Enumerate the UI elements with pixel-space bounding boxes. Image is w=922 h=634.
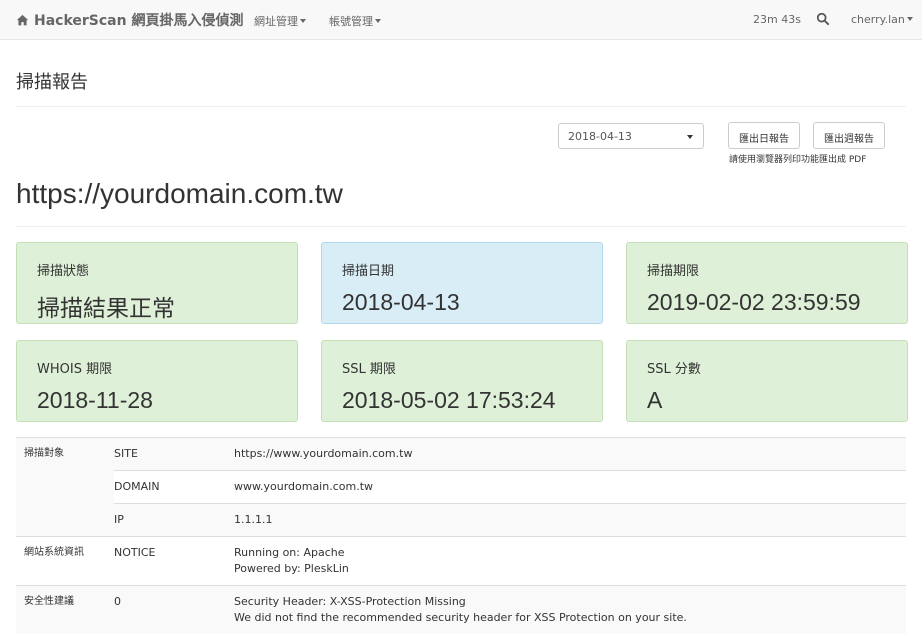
stat-card-value: 2018-05-02 17:53:24 — [342, 387, 582, 414]
brand-link[interactable]: HackerScan 網頁掛馬入侵偵測 — [16, 10, 243, 30]
home-icon — [16, 14, 29, 27]
nav-menu-urls[interactable]: 網址管理 — [254, 13, 306, 29]
divider — [16, 226, 906, 227]
table-key: SITE — [114, 438, 234, 471]
table-value: https://www.yourdomain.com.tw — [234, 438, 906, 471]
nav-menu-accounts[interactable]: 帳號管理 — [329, 13, 381, 29]
table-row: DOMAIN www.yourdomain.com.tw — [16, 471, 906, 504]
nav-menu-urls-label: 網址管理 — [254, 15, 298, 28]
table-value: 1.1.1.1 — [234, 504, 906, 537]
stat-card-scan-status: 掃描狀態 掃描結果正常 — [16, 242, 298, 324]
chevron-down-icon — [300, 19, 306, 23]
divider — [16, 106, 906, 107]
stat-card-label: 掃描日期 — [342, 260, 582, 279]
scan-details-table: 掃描對象 SITE https://www.yourdomain.com.tw … — [16, 437, 906, 634]
user-name: cherry.lan — [851, 13, 905, 26]
nav-menu-accounts-label: 帳號管理 — [329, 15, 373, 28]
stat-card-ssl-expiry: SSL 期限 2018-05-02 17:53:24 — [321, 340, 603, 422]
user-menu[interactable]: cherry.lan — [851, 13, 913, 26]
session-timer: 23m 43s — [753, 13, 801, 26]
chevron-down-icon — [687, 135, 693, 139]
export-daily-button[interactable]: 匯出日報告 — [728, 122, 800, 149]
notice-line: Running on: Apache — [234, 545, 906, 561]
row-header-scan-target: 掃描對象 — [16, 438, 114, 537]
stat-card-scan-date: 掃描日期 2018-04-13 — [321, 242, 603, 324]
stat-card-value: 掃描結果正常 — [37, 289, 277, 323]
table-row: 安全性建議 0 Security Header: X-XSS-Protectio… — [16, 586, 906, 634]
export-weekly-button[interactable]: 匯出週報告 — [813, 122, 885, 149]
brand-text: HackerScan 網頁掛馬入侵偵測 — [34, 10, 243, 30]
report-date-value: 2018-04-13 — [568, 130, 632, 143]
top-navbar: HackerScan 網頁掛馬入侵偵測 網址管理 帳號管理 23m 43s ch… — [0, 0, 922, 40]
table-value: Security Header: X-XSS-Protection Missin… — [234, 586, 906, 634]
stat-card-value: A — [647, 387, 887, 414]
row-header-security: 安全性建議 — [16, 586, 114, 634]
stat-card-label: 掃描狀態 — [37, 260, 277, 279]
search-icon[interactable] — [816, 12, 830, 26]
stat-card-label: 掃描期限 — [647, 260, 887, 279]
table-value: www.yourdomain.com.tw — [234, 471, 906, 504]
notice-line: Powered by: PleskLin — [234, 561, 906, 577]
security-line: We did not find the recommended security… — [234, 610, 906, 626]
row-header-system-info: 網站系統資訊 — [16, 537, 114, 586]
table-value: Running on: Apache Powered by: PleskLin — [234, 537, 906, 586]
stat-card-label: SSL 期限 — [342, 358, 582, 377]
table-row: 掃描對象 SITE https://www.yourdomain.com.tw — [16, 438, 906, 471]
table-key: NOTICE — [114, 537, 234, 586]
table-row: IP 1.1.1.1 — [16, 504, 906, 537]
stat-card-scan-expiry: 掃描期限 2019-02-02 23:59:59 — [626, 242, 908, 324]
scanned-domain: https://yourdomain.com.tw — [16, 178, 343, 210]
report-date-select[interactable]: 2018-04-13 — [558, 123, 704, 149]
table-key: IP — [114, 504, 234, 537]
stat-card-label: WHOIS 期限 — [37, 358, 277, 377]
stat-card-whois-expiry: WHOIS 期限 2018-11-28 — [16, 340, 298, 422]
stat-card-value: 2019-02-02 23:59:59 — [647, 289, 887, 316]
chevron-down-icon — [907, 17, 913, 21]
stat-card-label: SSL 分數 — [647, 358, 887, 377]
page-title: 掃描報告 — [16, 68, 88, 94]
table-key: DOMAIN — [114, 471, 234, 504]
chevron-down-icon — [375, 19, 381, 23]
stat-card-value: 2018-04-13 — [342, 289, 582, 316]
security-line: Security Header: X-XSS-Protection Missin… — [234, 594, 906, 610]
export-hint: 請使用瀏覽器列印功能匯出成 PDF — [729, 152, 866, 165]
stat-card-ssl-score: SSL 分數 A — [626, 340, 908, 422]
table-key: 0 — [114, 586, 234, 634]
stat-card-value: 2018-11-28 — [37, 387, 277, 414]
table-row: 網站系統資訊 NOTICE Running on: Apache Powered… — [16, 537, 906, 586]
